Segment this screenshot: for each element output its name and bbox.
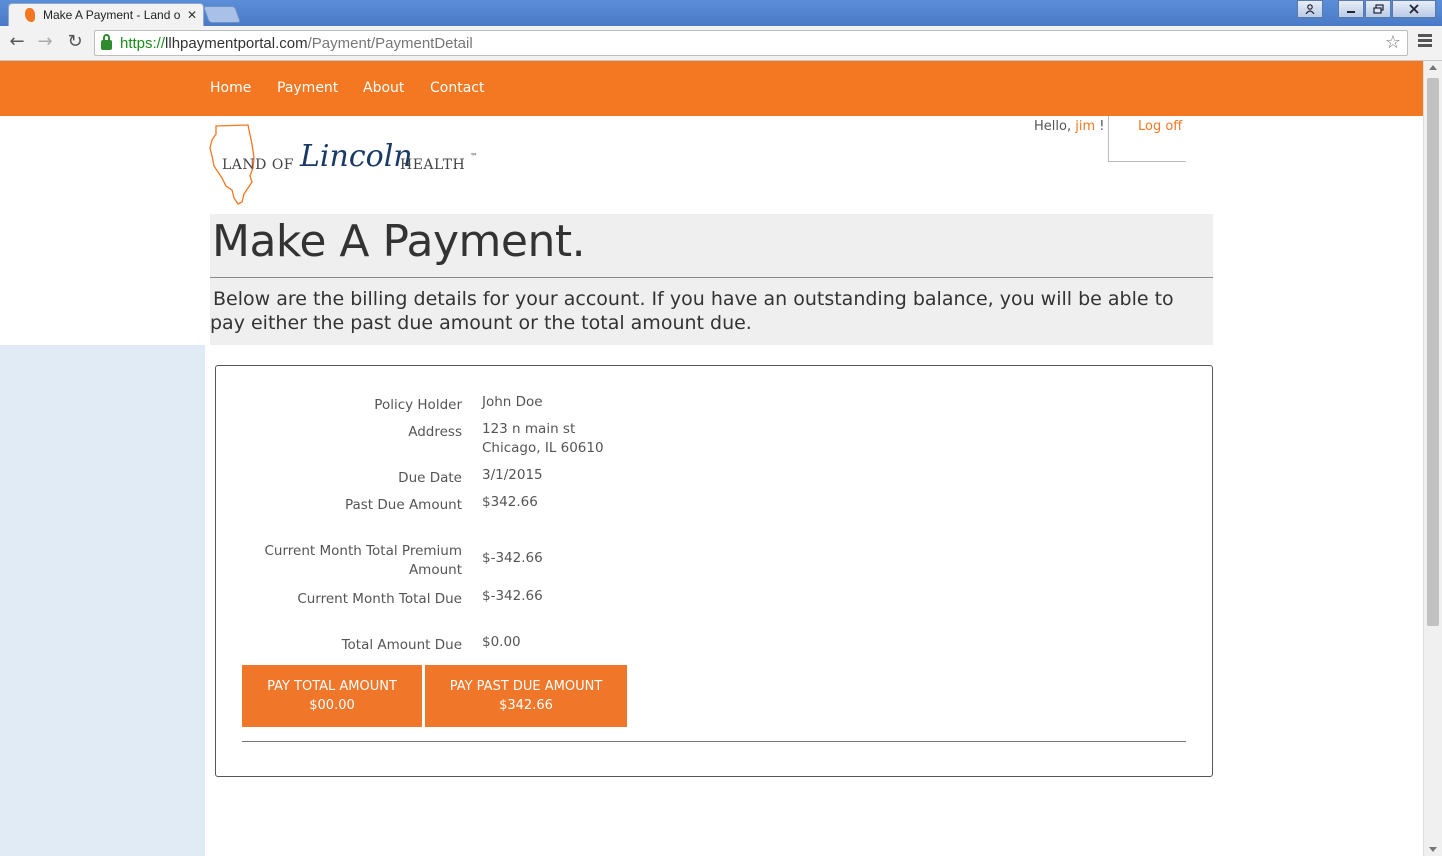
close-icon[interactable] [1392,0,1436,18]
back-arrow-icon[interactable]: ← [6,31,28,52]
scroll-up-arrow-icon[interactable] [1429,65,1437,70]
page-intro: Below are the billing details for your a… [210,288,1174,334]
browser-toolbar: ← → ↻ https://llhpaymentportal.com/Payme… [0,26,1442,61]
address-line1: 123 n main st [482,421,576,437]
policy-holder-value: John Doe [482,394,543,410]
past-due-value: $342.66 [482,494,538,510]
browser-titlebar: Make A Payment - Land o ✕ [0,0,1442,26]
due-date-value: 3/1/2015 [482,467,543,483]
new-tab-button[interactable] [202,6,242,23]
current-due-value: $-342.66 [482,588,543,604]
tab-close-icon[interactable]: ✕ [187,8,197,22]
site-logo[interactable]: LAND OF Lincoln HEALTH ™ [208,124,483,206]
billing-details-card: Policy Holder John Doe Address 123 n mai… [215,365,1213,777]
restore-glyph-icon [1372,4,1384,14]
user-glyph-icon [1305,4,1315,14]
lock-icon [101,34,112,50]
nav-contact[interactable]: Contact [430,80,484,96]
nav-about[interactable]: About [363,80,404,96]
site-navbar: Home Payment About Contact [0,61,1423,116]
policy-holder-label: Policy Holder [374,397,462,413]
username-link[interactable]: jim [1075,119,1095,134]
current-premium-value: $-342.66 [482,550,543,566]
pay-total-label: PAY TOTAL AMOUNT [267,679,397,694]
logo-lincoln: Lincoln [300,139,413,174]
bookmark-star-icon[interactable]: ☆ [1385,32,1401,53]
address-line2: Chicago, IL 60610 [482,440,604,456]
pay-past-due-button[interactable]: PAY PAST DUE AMOUNT $342.66 [425,665,627,727]
user-greeting: Hello, jim ! [1034,119,1104,134]
window-controls [1296,0,1436,18]
user-icon[interactable] [1297,0,1323,18]
title-divider [210,277,1213,278]
nav-payment[interactable]: Payment [277,80,338,96]
pay-total-button[interactable]: PAY TOTAL AMOUNT $00.00 [242,665,422,727]
current-premium-label: Current Month Total Premium Amount [264,543,463,578]
current-due-label: Current Month Total Due [297,591,462,607]
hamburger-menu-icon[interactable] [1418,34,1432,49]
minimize-glyph-icon [1347,11,1355,13]
minimize-icon[interactable] [1338,0,1364,18]
url-text[interactable]: https://llhpaymentportal.com/Payment/Pay… [120,35,473,52]
url-host: llhpaymentportal.com [165,34,308,52]
pay-total-amount: $00.00 [309,698,355,713]
greeting-prefix: Hello, [1034,119,1072,134]
left-panel [0,345,205,856]
title-block: Make A Payment. Below are the billing de… [210,214,1213,345]
reload-icon[interactable]: ↻ [64,31,86,52]
greeting-suffix: ! [1099,119,1105,134]
total-due-value: $0.00 [482,634,521,650]
page-viewport: Home Payment About Contact LAND OF Linco… [0,61,1423,856]
past-due-label: Past Due Amount [344,497,462,513]
logo-land-of: LAND OF [222,157,295,173]
due-date-label: Due Date [398,470,462,486]
url-scheme: https:// [120,34,166,52]
total-due-label: Total Amount Due [341,637,462,653]
logo-trademark: ™ [470,152,478,161]
pay-past-due-amount: $342.66 [499,698,553,713]
scrollbar-thumb[interactable] [1427,78,1439,626]
card-divider [242,741,1186,742]
site-header: LAND OF Lincoln HEALTH ™ Hello, jim ! Lo… [0,116,1423,214]
vertical-scrollbar[interactable] [1423,61,1442,856]
tab-title: Make A Payment - Land o [43,8,181,22]
url-path: /Payment/PaymentDetail [307,34,473,52]
address-bar[interactable]: https://llhpaymentportal.com/Payment/Pay… [94,30,1408,56]
pay-past-due-label: PAY PAST DUE AMOUNT [449,679,603,694]
nav-home[interactable]: Home [210,80,251,96]
forward-arrow-icon[interactable]: → [34,31,56,52]
browser-tab[interactable]: Make A Payment - Land o ✕ [8,3,204,26]
close-glyph-icon [1409,4,1419,14]
logoff-link[interactable]: Log off [1138,119,1182,134]
logo-health: HEALTH [400,157,466,173]
address-label: Address [408,424,462,440]
site-favicon-icon [25,8,35,22]
restore-icon[interactable] [1365,0,1391,18]
scroll-down-arrow-icon[interactable] [1429,847,1437,852]
page-title: Make A Payment. [212,216,586,267]
